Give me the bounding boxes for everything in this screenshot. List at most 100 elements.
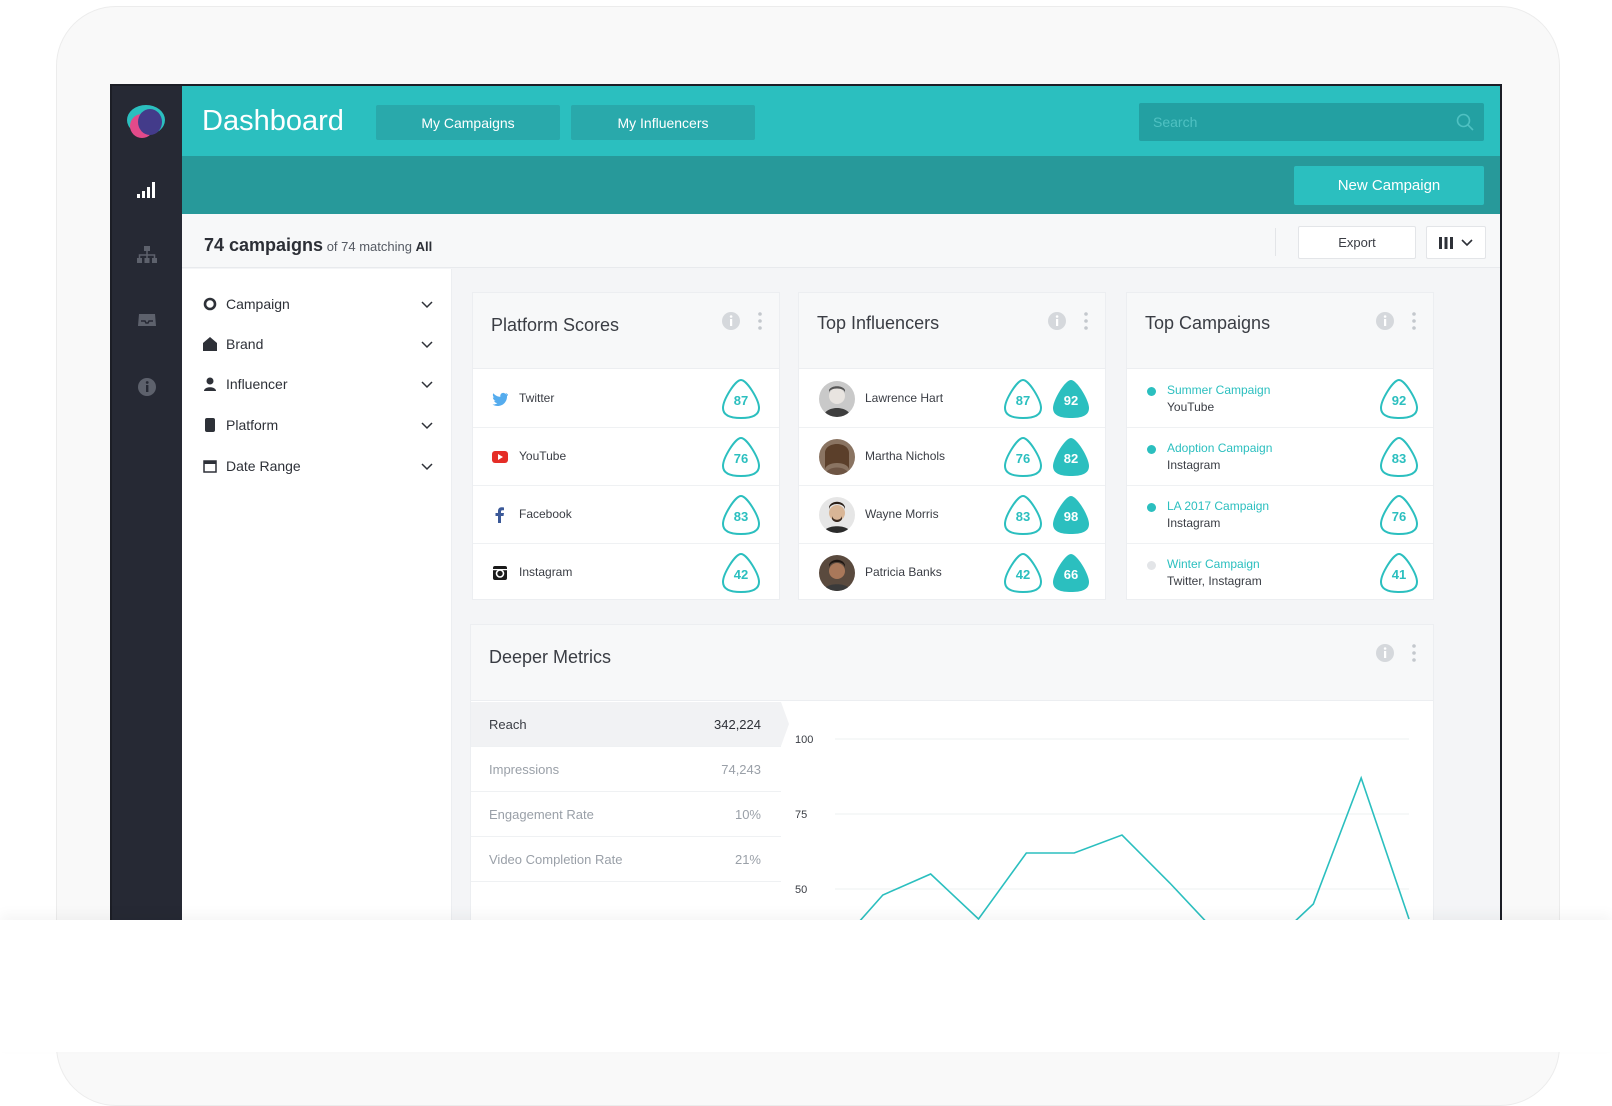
- score-value: 42: [1015, 567, 1031, 582]
- app-screen: Dashboard My Campaigns My Influencers Ne…: [110, 84, 1502, 920]
- score-value: 76: [1015, 451, 1031, 466]
- facebook-icon: [495, 507, 504, 523]
- score-badge: 41: [1379, 552, 1419, 594]
- chevron-down-icon: [1461, 238, 1473, 246]
- card-header: Deeper Metrics: [471, 625, 1433, 701]
- score-badge: 42: [1003, 552, 1043, 594]
- columns-button[interactable]: [1426, 226, 1486, 259]
- campaign-name[interactable]: Summer Campaign: [1167, 383, 1270, 397]
- metrics-list: Reach 342,224 Impressions 74,243 Engagem…: [471, 702, 781, 882]
- avatar: [819, 555, 855, 591]
- info-icon[interactable]: [1375, 643, 1395, 663]
- score-value: 83: [1015, 509, 1031, 524]
- matching-text: of 74 matching: [326, 239, 412, 254]
- my-influencers-button[interactable]: My Influencers: [571, 105, 755, 140]
- filter-label: Campaign: [226, 296, 290, 312]
- export-button[interactable]: Export: [1298, 226, 1416, 259]
- metric-row[interactable]: Reach 342,224: [471, 702, 781, 747]
- metric-value: 21%: [734, 852, 761, 867]
- list-item[interactable]: Lawrence Hart 87 92: [799, 370, 1105, 428]
- chevron-down-icon: [421, 422, 433, 430]
- new-campaign-button[interactable]: New Campaign: [1294, 166, 1484, 205]
- score-value: 98: [1063, 509, 1079, 524]
- results-count: 74 campaigns of 74 matching All: [204, 235, 432, 256]
- platform-name: Twitter: [519, 391, 555, 405]
- list-item[interactable]: Adoption Campaign Instagram 83: [1127, 428, 1433, 486]
- info-icon[interactable]: [1375, 311, 1395, 331]
- search-input[interactable]: [1139, 103, 1484, 141]
- score-badge: 83: [721, 494, 761, 536]
- filter-label: Platform: [226, 417, 279, 433]
- hierarchy-icon[interactable]: [136, 244, 158, 266]
- filter-date-range[interactable]: Date Range: [202, 454, 434, 478]
- filter-platform[interactable]: Platform: [202, 413, 434, 437]
- campaign-name[interactable]: Winter Campaign: [1167, 557, 1260, 571]
- calendar-icon: [202, 458, 218, 474]
- campaign-name[interactable]: LA 2017 Campaign: [1167, 499, 1269, 513]
- filter-brand[interactable]: Brand: [202, 332, 434, 356]
- campaign-platform: Instagram: [1167, 458, 1221, 472]
- inbox-icon[interactable]: [136, 310, 158, 332]
- info-icon[interactable]: [1047, 311, 1067, 331]
- search-box: [1139, 103, 1484, 141]
- more-icon[interactable]: [1083, 311, 1089, 331]
- info-icon[interactable]: [721, 311, 741, 331]
- list-item[interactable]: LA 2017 Campaign Instagram 76: [1127, 486, 1433, 544]
- top-influencers-card: Top Influencers Lawrence Hart 87 92 Mart…: [798, 292, 1106, 600]
- my-campaigns-button[interactable]: My Campaigns: [376, 105, 560, 140]
- list-item[interactable]: Martha Nichols 76 82: [799, 428, 1105, 486]
- more-icon[interactable]: [1411, 311, 1417, 331]
- status-dot: [1147, 503, 1156, 512]
- y-tick-label: 100: [795, 734, 813, 746]
- list-item[interactable]: Wayne Morris 83 98: [799, 486, 1105, 544]
- card-header: Top Campaigns: [1127, 293, 1433, 369]
- card-header: Top Influencers: [799, 293, 1105, 369]
- more-icon[interactable]: [757, 311, 763, 331]
- score-badge: 83: [1003, 494, 1043, 536]
- platform-scores-card: Platform Scores Twitter 87 YouTube 76 Fa…: [472, 292, 780, 600]
- avatar: [819, 381, 855, 417]
- bottom-fade: [0, 920, 1612, 1052]
- filter-campaign[interactable]: Campaign: [202, 292, 434, 316]
- chevron-down-icon: [421, 381, 433, 389]
- metric-row[interactable]: Impressions 74,243: [471, 747, 781, 792]
- metric-value: 74,243: [721, 762, 761, 777]
- score-badge: 87: [1003, 378, 1043, 420]
- list-item[interactable]: Patricia Banks 42 66: [799, 544, 1105, 602]
- instagram-icon: [493, 566, 507, 580]
- score-value: 82: [1063, 451, 1079, 466]
- metric-row[interactable]: Video Completion Rate 21%: [471, 837, 781, 882]
- status-dot: [1147, 387, 1156, 396]
- card-title: Deeper Metrics: [489, 647, 612, 667]
- twitter-icon: [492, 392, 508, 406]
- score-value: 83: [733, 509, 749, 524]
- score-badge: 92: [1379, 378, 1419, 420]
- avatar: [819, 497, 855, 533]
- chevron-down-icon: [421, 301, 433, 309]
- filter-scope: All: [415, 239, 433, 254]
- list-item[interactable]: Winter Campaign Twitter, Instagram 41: [1127, 544, 1433, 602]
- campaign-count: 74 campaigns: [204, 235, 324, 255]
- info-nav-icon[interactable]: [136, 376, 158, 398]
- active-row-pointer: [781, 702, 789, 746]
- search-icon[interactable]: [1456, 113, 1474, 131]
- list-item[interactable]: Instagram 42: [473, 544, 779, 602]
- top-bar: Dashboard My Campaigns My Influencers: [182, 86, 1500, 156]
- list-item[interactable]: Summer Campaign YouTube 92: [1127, 370, 1433, 428]
- score-badge: 87: [721, 378, 761, 420]
- chevron-down-icon: [421, 463, 433, 471]
- influencer-name: Lawrence Hart: [865, 391, 944, 405]
- metric-label: Engagement Rate: [489, 807, 594, 822]
- metric-row[interactable]: Engagement Rate 10%: [471, 792, 781, 837]
- filter-influencer[interactable]: Influencer: [202, 372, 434, 396]
- platform-name: Facebook: [519, 507, 572, 521]
- signal-icon[interactable]: [136, 178, 158, 200]
- list-item[interactable]: Facebook 83: [473, 486, 779, 544]
- more-icon[interactable]: [1411, 643, 1417, 663]
- campaign-platform: YouTube: [1167, 400, 1215, 414]
- campaign-name[interactable]: Adoption Campaign: [1167, 441, 1272, 455]
- list-item[interactable]: Twitter 87: [473, 370, 779, 428]
- list-item[interactable]: YouTube 76: [473, 428, 779, 486]
- score-value: 76: [1391, 509, 1407, 524]
- results-header: 74 campaigns of 74 matching All Export: [182, 214, 1500, 268]
